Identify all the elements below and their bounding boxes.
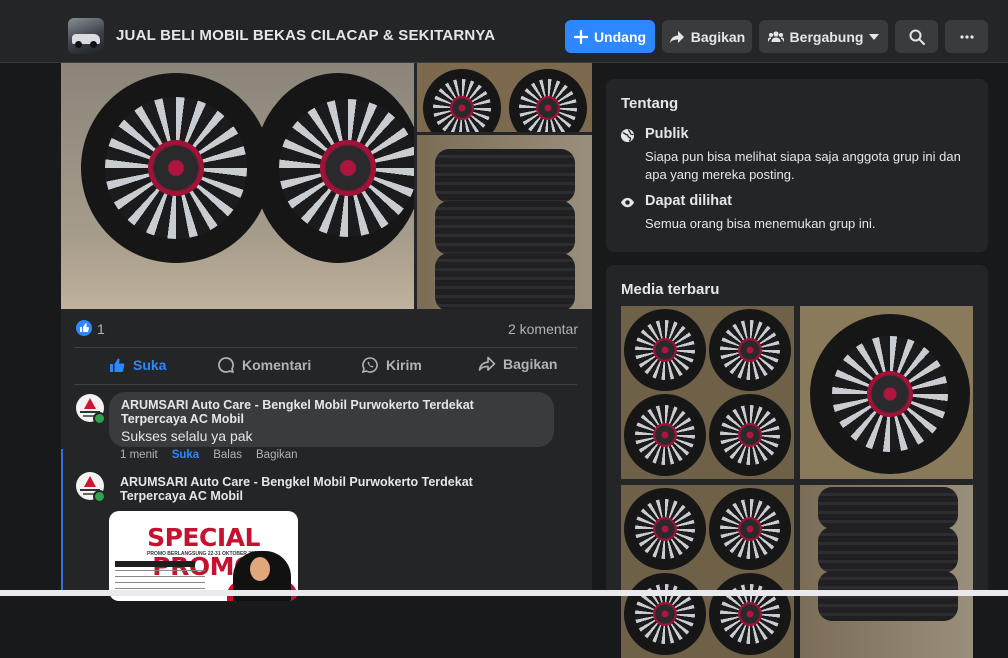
invite-label: Undang [593, 28, 647, 45]
media-thumbnail[interactable] [800, 485, 973, 658]
like-reaction-icon[interactable] [76, 320, 92, 336]
comment-button[interactable]: Komentari [217, 356, 311, 374]
share-arrow-icon [478, 356, 496, 371]
like-button[interactable]: Suka [108, 356, 166, 374]
comment-label: Komentari [242, 357, 312, 373]
window-bottom-edge [0, 590, 1008, 596]
like-label: Suka [133, 357, 167, 373]
feed-post: 1 2 komentar Suka Komentari Kirim Bagika… [61, 63, 592, 601]
about-card: Tentang Publik Siapa pun bisa melihat si… [606, 79, 988, 252]
post-photo-wheels[interactable] [61, 63, 414, 309]
more-dots-icon [959, 34, 974, 39]
group-header-bar: JUAL BELI MOBIL BEKAS CILACAP & SEKITARN… [0, 0, 1008, 63]
share-button[interactable]: Bagikan [662, 20, 752, 53]
comment-author[interactable]: ARUMSARI Auto Care - Bengkel Mobil Purwo… [120, 475, 540, 503]
whatsapp-icon [361, 357, 378, 374]
comment-count[interactable]: 2 komentar [508, 321, 578, 337]
thumbs-up-icon [110, 358, 125, 372]
online-indicator [93, 490, 106, 503]
send-button[interactable]: Kirim [361, 356, 422, 374]
comment-time[interactable]: 1 menit [120, 449, 158, 461]
comment-bubble: ARUMSARI Auto Care - Bengkel Mobil Purwo… [109, 392, 554, 447]
reactions-bar: 1 2 komentar [74, 319, 578, 339]
caret-down-icon [869, 33, 880, 40]
group-title[interactable]: JUAL BELI MOBIL BEKAS CILACAP & SEKITARN… [116, 27, 495, 44]
comment-text: Sukses selalu ya pak [121, 428, 253, 444]
plus-icon [573, 29, 588, 44]
search-button[interactable] [895, 20, 938, 53]
post-photo-tire-stack[interactable] [417, 135, 592, 309]
about-heading: Tentang [621, 95, 679, 112]
media-thumbnail[interactable] [621, 306, 794, 479]
comment-like-link[interactable]: Suka [172, 449, 200, 461]
visibility-description: Semua orang bisa menemukan grup ini. [645, 216, 876, 231]
comment-author[interactable]: ARUMSARI Auto Care - Bengkel Mobil Purwo… [121, 398, 542, 426]
post-actions: Suka Komentari Kirim Bagikan [74, 347, 577, 385]
recent-media-card: Media terbaru [606, 265, 988, 658]
share-post-label: Bagikan [503, 356, 558, 372]
share-icon [669, 30, 684, 43]
comment-share-link[interactable]: Bagikan [256, 449, 298, 461]
thread-line [61, 449, 63, 596]
comment-image-promo[interactable]: SPECIAL PROMO PROMO BERLANGSUNG 22-31 OK… [109, 511, 298, 601]
media-heading: Media terbaru [621, 281, 720, 298]
share-label: Bagikan [690, 28, 746, 45]
joined-button[interactable]: Bergabung [759, 20, 888, 53]
group-icon [767, 31, 784, 42]
share-post-button[interactable]: Bagikan [478, 356, 557, 372]
comment-meta: 1 menit Suka Balas Bagikan [120, 449, 298, 461]
send-label: Kirim [386, 357, 422, 373]
media-thumbnail[interactable] [800, 306, 973, 479]
eye-icon [620, 197, 635, 208]
joined-label: Bergabung [789, 28, 864, 45]
media-thumbnail[interactable] [621, 485, 794, 658]
invite-button[interactable]: Undang [565, 20, 655, 53]
visibility-title: Dapat dilihat [645, 193, 733, 209]
more-options-button[interactable] [945, 20, 988, 53]
group-avatar[interactable] [68, 18, 104, 54]
globe-icon [620, 128, 635, 143]
privacy-title: Publik [645, 126, 689, 142]
post-photo-four-wheels[interactable] [417, 63, 592, 132]
comment-icon [218, 357, 234, 373]
privacy-description: Siapa pun bisa melihat siapa saja anggot… [645, 149, 961, 182]
reaction-count[interactable]: 1 [97, 321, 105, 337]
online-indicator [93, 412, 106, 425]
search-icon [909, 29, 925, 45]
comment-reply-link[interactable]: Balas [213, 449, 242, 461]
